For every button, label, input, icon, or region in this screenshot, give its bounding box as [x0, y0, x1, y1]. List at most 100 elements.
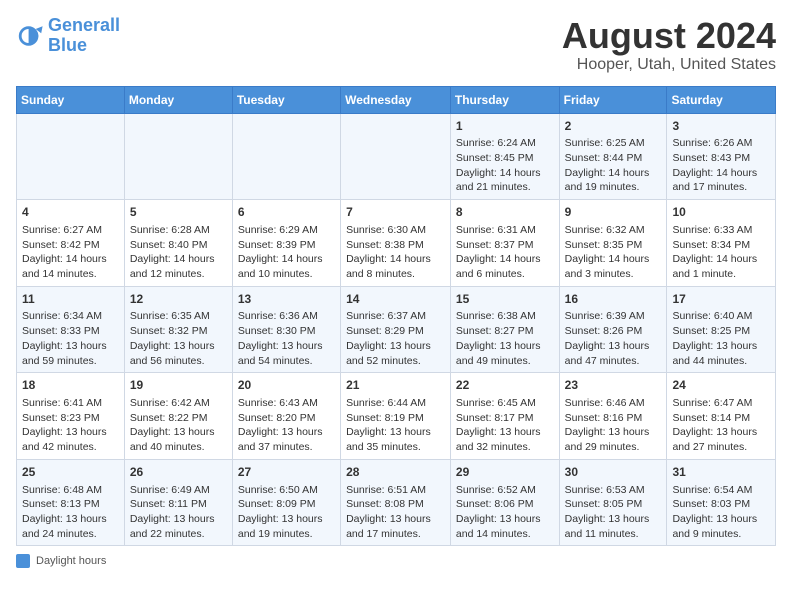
day-info: Sunrise: 6:39 AM	[565, 309, 662, 324]
calendar-cell: 30Sunrise: 6:53 AMSunset: 8:05 PMDayligh…	[559, 459, 667, 546]
calendar-cell: 4 Sunrise: 6:27 AMSunset: 8:42 PMDaylight…	[17, 200, 125, 287]
day-info: Daylight: 14 hours and 8 minutes.	[346, 252, 445, 281]
logo-icon	[16, 22, 44, 50]
day-info: Daylight: 13 hours and 14 minutes.	[456, 512, 554, 541]
day-info: Sunset: 8:08 PM	[346, 497, 445, 512]
calendar-cell: 16Sunrise: 6:39 AMSunset: 8:26 PMDayligh…	[559, 286, 667, 373]
day-info: Sunrise: 6:40 AM	[672, 309, 770, 324]
day-info: Sunset: 8:44 PM	[565, 151, 662, 166]
day-info: Sunrise: 6:48 AM	[22, 483, 119, 498]
day-info: Daylight: 13 hours and 44 minutes.	[672, 339, 770, 368]
day-info: Sunrise: 6:25 AM	[565, 136, 662, 151]
day-number: 12	[130, 291, 227, 308]
calendar-cell: 1Sunrise: 6:24 AMSunset: 8:45 PMDaylight…	[450, 113, 559, 200]
day-info: Sunrise: 6:42 AM	[130, 396, 227, 411]
day-info: Sunset: 8:27 PM	[456, 324, 554, 339]
legend-color-box	[16, 554, 30, 568]
calendar-cell: 29Sunrise: 6:52 AMSunset: 8:06 PMDayligh…	[450, 459, 559, 546]
day-number: 20	[238, 377, 335, 394]
day-info: Sunrise: 6:44 AM	[346, 396, 445, 411]
week-row-5: 25Sunrise: 6:48 AMSunset: 8:13 PMDayligh…	[17, 459, 776, 546]
calendar-cell: 21Sunrise: 6:44 AMSunset: 8:19 PMDayligh…	[341, 373, 451, 460]
day-info: Sunset: 8:45 PM	[456, 151, 554, 166]
day-info: Sunrise: 6:53 AM	[565, 483, 662, 498]
day-info: Daylight: 13 hours and 17 minutes.	[346, 512, 445, 541]
calendar-cell: 12Sunrise: 6:35 AMSunset: 8:32 PMDayligh…	[124, 286, 232, 373]
day-info: Sunrise: 6:45 AM	[456, 396, 554, 411]
calendar-cell: 28Sunrise: 6:51 AMSunset: 8:08 PMDayligh…	[341, 459, 451, 546]
logo: Generall Blue	[16, 16, 120, 56]
logo-text: Generall Blue	[48, 16, 120, 56]
day-number: 4	[22, 204, 119, 221]
day-info: Sunrise: 6:32 AM	[565, 223, 662, 238]
day-info: Daylight: 13 hours and 35 minutes.	[346, 425, 445, 454]
calendar-cell: 31Sunrise: 6:54 AMSunset: 8:03 PMDayligh…	[667, 459, 776, 546]
day-info: Daylight: 13 hours and 59 minutes.	[22, 339, 119, 368]
calendar-cell: 24Sunrise: 6:47 AMSunset: 8:14 PMDayligh…	[667, 373, 776, 460]
week-row-1: 1Sunrise: 6:24 AMSunset: 8:45 PMDaylight…	[17, 113, 776, 200]
day-info: Sunset: 8:22 PM	[130, 411, 227, 426]
day-info: Sunset: 8:39 PM	[238, 238, 335, 253]
day-number: 28	[346, 464, 445, 481]
calendar-cell: 23Sunrise: 6:46 AMSunset: 8:16 PMDayligh…	[559, 373, 667, 460]
day-number: 13	[238, 291, 335, 308]
day-number: 27	[238, 464, 335, 481]
day-info: Sunset: 8:03 PM	[672, 497, 770, 512]
calendar-footer: Daylight hours	[16, 554, 776, 568]
calendar-cell: 27Sunrise: 6:50 AMSunset: 8:09 PMDayligh…	[232, 459, 340, 546]
day-info: Sunset: 8:09 PM	[238, 497, 335, 512]
day-info: Sunset: 8:14 PM	[672, 411, 770, 426]
day-info: Sunrise: 6:35 AM	[130, 309, 227, 324]
day-number: 11	[22, 291, 119, 308]
title-block: August 2024 Hooper, Utah, United States	[562, 16, 776, 74]
day-number: 15	[456, 291, 554, 308]
page-header: Generall Blue August 2024 Hooper, Utah, …	[16, 16, 776, 74]
legend-label: Daylight hours	[36, 555, 106, 567]
day-number: 16	[565, 291, 662, 308]
day-info: Sunset: 8:06 PM	[456, 497, 554, 512]
day-info: Sunset: 8:43 PM	[672, 151, 770, 166]
header-day-sunday: Sunday	[17, 86, 125, 113]
logo-line2: Blue	[48, 36, 120, 56]
day-info: Sunset: 8:42 PM	[22, 238, 119, 253]
day-info: Daylight: 13 hours and 27 minutes.	[672, 425, 770, 454]
day-number: 3	[672, 118, 770, 135]
calendar-cell: 2Sunrise: 6:25 AMSunset: 8:44 PMDaylight…	[559, 113, 667, 200]
calendar-cell: 5Sunrise: 6:28 AMSunset: 8:40 PMDaylight…	[124, 200, 232, 287]
day-info: Sunset: 8:20 PM	[238, 411, 335, 426]
day-info: Daylight: 14 hours and 12 minutes.	[130, 252, 227, 281]
day-info: Sunrise: 6:41 AM	[22, 396, 119, 411]
month-year-title: August 2024	[562, 16, 776, 56]
day-number: 2	[565, 118, 662, 135]
day-info: Daylight: 13 hours and 32 minutes.	[456, 425, 554, 454]
calendar-cell: 7Sunrise: 6:30 AMSunset: 8:38 PMDaylight…	[341, 200, 451, 287]
calendar-cell: 14Sunrise: 6:37 AMSunset: 8:29 PMDayligh…	[341, 286, 451, 373]
day-info: Daylight: 14 hours and 1 minute.	[672, 252, 770, 281]
calendar-cell: 22Sunrise: 6:45 AMSunset: 8:17 PMDayligh…	[450, 373, 559, 460]
day-info: Daylight: 13 hours and 29 minutes.	[565, 425, 662, 454]
day-info: Sunrise: 6:31 AM	[456, 223, 554, 238]
day-number: 22	[456, 377, 554, 394]
header-day-tuesday: Tuesday	[232, 86, 340, 113]
day-info: Sunrise: 6:30 AM	[346, 223, 445, 238]
day-number: 31	[672, 464, 770, 481]
day-info: Daylight: 13 hours and 52 minutes.	[346, 339, 445, 368]
calendar-cell: 13Sunrise: 6:36 AMSunset: 8:30 PMDayligh…	[232, 286, 340, 373]
calendar-cell	[341, 113, 451, 200]
calendar-cell	[232, 113, 340, 200]
day-info: Daylight: 13 hours and 9 minutes.	[672, 512, 770, 541]
header-row: SundayMondayTuesdayWednesdayThursdayFrid…	[17, 86, 776, 113]
day-number: 23	[565, 377, 662, 394]
day-number: 10	[672, 204, 770, 221]
day-info: Sunrise: 6:27 AM	[22, 223, 119, 238]
day-info: Sunset: 8:33 PM	[22, 324, 119, 339]
day-info: Daylight: 13 hours and 42 minutes.	[22, 425, 119, 454]
day-info: Daylight: 14 hours and 14 minutes.	[22, 252, 119, 281]
day-info: Daylight: 13 hours and 40 minutes.	[130, 425, 227, 454]
day-info: Daylight: 13 hours and 54 minutes.	[238, 339, 335, 368]
day-info: Sunset: 8:30 PM	[238, 324, 335, 339]
day-info: Daylight: 14 hours and 6 minutes.	[456, 252, 554, 281]
day-info: Sunset: 8:34 PM	[672, 238, 770, 253]
day-info: Daylight: 14 hours and 3 minutes.	[565, 252, 662, 281]
calendar-cell: 8Sunrise: 6:31 AMSunset: 8:37 PMDaylight…	[450, 200, 559, 287]
